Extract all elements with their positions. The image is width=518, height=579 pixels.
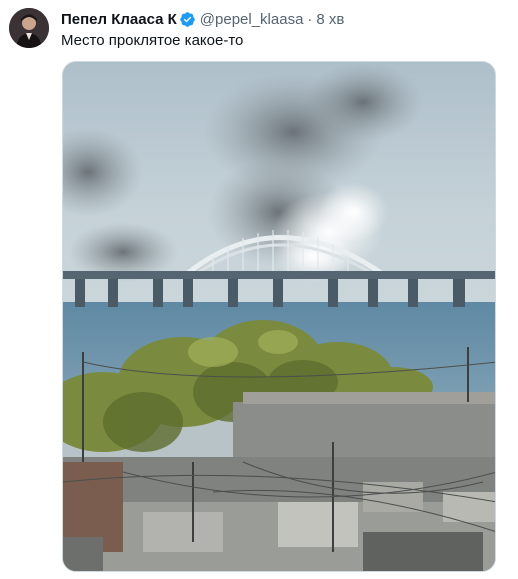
tweet-text: Место проклятое какое-то [61, 32, 244, 49]
tweet-header: Пепел Клааса К @pepel_klaasa · 8 хв [61, 9, 344, 29]
author-name[interactable]: Пепел Клааса К [61, 11, 177, 28]
tweet-photo[interactable] [62, 61, 496, 572]
avatar[interactable] [9, 8, 49, 48]
author-handle[interactable]: @pepel_klaasa [200, 11, 304, 28]
tweet-timestamp[interactable]: 8 хв [316, 11, 344, 28]
tweet[interactable]: Пепел Клааса К @pepel_klaasa · 8 хв Мест… [0, 0, 518, 579]
verified-badge-icon [179, 11, 196, 28]
separator-dot: · [307, 10, 313, 28]
